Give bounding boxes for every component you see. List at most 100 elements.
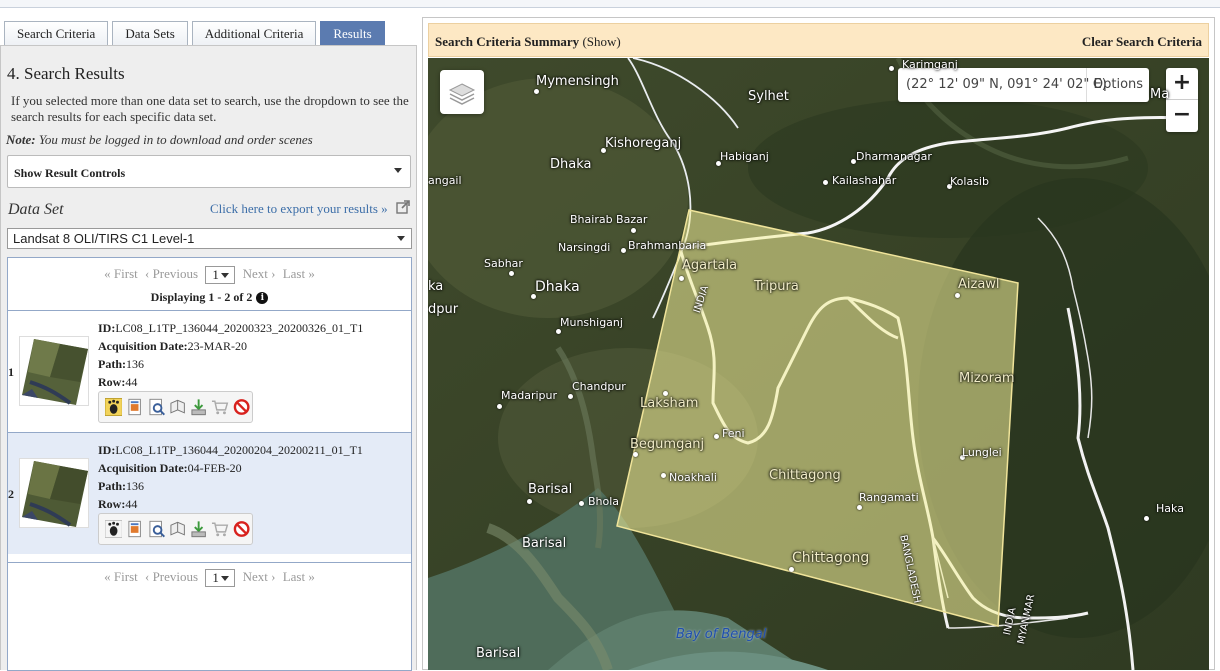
id-label: ID: <box>98 443 116 457</box>
show-metadata-icon[interactable] <box>148 520 165 538</box>
result-number: 1 <box>8 365 14 379</box>
pager-bottom: « First ‹ Previous 1 Next › Last » <box>8 562 411 588</box>
displaying-text: Displaying 1 - 2 of 2 <box>150 290 253 304</box>
tab-additional-criteria[interactable]: Additional Criteria <box>191 21 317 45</box>
page-title: 4. Search Results <box>7 64 125 83</box>
pager-next-link[interactable]: Next › <box>243 266 276 281</box>
external-link-icon[interactable] <box>396 200 410 214</box>
layers-button[interactable] <box>440 70 484 114</box>
clear-search-criteria-link[interactable]: Clear Search Criteria <box>1082 34 1202 50</box>
tab-data-sets[interactable]: Data Sets <box>112 21 188 45</box>
note-text: You must be logged in to download and or… <box>35 132 313 147</box>
place-dot <box>568 394 573 399</box>
login-note: Note: You must be logged in to download … <box>6 132 313 148</box>
place-label: Mymensingh <box>536 74 619 89</box>
row-label: Row: <box>98 497 126 511</box>
place-dot <box>661 473 666 478</box>
place-label: dpur <box>428 302 459 317</box>
exclude-icon[interactable] <box>233 520 250 538</box>
note-label: Note: <box>6 132 36 147</box>
scene-thumbnail-image <box>22 339 88 405</box>
result-row: 2 ID:LC08_L1TP_136044_20200204_20200211_… <box>8 432 411 554</box>
top-bar <box>0 0 1220 8</box>
place-label: Haka <box>1156 502 1184 515</box>
path-value: 136 <box>126 357 144 371</box>
scene-thumbnail[interactable] <box>19 336 89 406</box>
place-label: Aizawl <box>958 277 1000 292</box>
pager-previous-link[interactable]: ‹ Previous <box>145 569 198 584</box>
export-results-link[interactable]: Click here to export your results » <box>210 201 388 217</box>
zoom-control: + − <box>1166 68 1198 132</box>
place-label: Kailashahar <box>832 174 897 187</box>
satellite-basemap <box>428 58 1209 670</box>
zoom-in-button[interactable]: + <box>1166 68 1198 100</box>
place-label: Barisal <box>528 482 573 497</box>
scene-id: LC08_L1TP_136044_20200323_20200326_01_T1 <box>115 321 364 335</box>
exclude-icon[interactable] <box>233 398 250 416</box>
tab-results[interactable]: Results <box>320 21 385 45</box>
place-dot <box>1144 516 1149 521</box>
place-label: Narsingdi <box>558 241 611 254</box>
compare-icon[interactable] <box>169 520 186 538</box>
page-select-value: 1 <box>212 267 219 283</box>
place-dot <box>497 404 502 409</box>
scene-id: LC08_L1TP_136044_20200204_20200211_01_T1 <box>115 443 363 457</box>
tab-search-criteria[interactable]: Search Criteria <box>4 21 109 45</box>
place-dot <box>789 567 794 572</box>
place-label: Lunglei <box>962 446 1002 459</box>
page-select[interactable]: 1 <box>205 569 236 588</box>
intro-text: If you selected more than one data set t… <box>11 93 409 124</box>
browse-overlay-icon[interactable] <box>126 398 143 416</box>
show-metadata-icon[interactable] <box>148 398 165 416</box>
pager-previous-link[interactable]: ‹ Previous <box>145 266 198 281</box>
map-options-button[interactable]: Options <box>1086 68 1149 102</box>
scene-thumbnail[interactable] <box>19 458 89 528</box>
pager-first-link[interactable]: « First <box>104 569 138 584</box>
place-dot <box>714 434 719 439</box>
place-label: Karimganj <box>902 58 958 71</box>
place-dot <box>579 501 584 506</box>
footprint-icon[interactable] <box>105 520 123 538</box>
page-select[interactable]: 1 <box>205 266 236 285</box>
pager-first-link[interactable]: « First <box>104 266 138 281</box>
place-dot <box>857 505 862 510</box>
place-label: Rangamati <box>859 491 919 504</box>
place-dot <box>955 293 960 298</box>
result-metadata: ID:LC08_L1TP_136044_20200204_20200211_01… <box>98 441 363 513</box>
pager-last-link[interactable]: Last » <box>283 266 315 281</box>
info-icon[interactable]: i <box>256 292 269 304</box>
place-label: Sylhet <box>748 89 789 104</box>
scene-thumbnail-image <box>22 461 88 527</box>
row-value: 44 <box>125 497 138 511</box>
map-view[interactable]: (22° 12' 09" N, 091° 24' 02" E) Options … <box>428 58 1209 670</box>
place-dot <box>556 329 561 334</box>
place-label: Agartala <box>682 258 738 273</box>
place-dot <box>534 89 539 94</box>
results-panel: 4. Search Results If you selected more t… <box>0 45 417 671</box>
show-result-controls-toggle[interactable]: Show Result Controls <box>7 155 411 188</box>
pager-last-link[interactable]: Last » <box>283 569 315 584</box>
compare-icon[interactable] <box>169 398 186 416</box>
zoom-out-button[interactable]: − <box>1166 100 1198 132</box>
download-icon[interactable] <box>190 398 207 416</box>
place-label: Ma <box>1150 87 1170 102</box>
browse-overlay-icon[interactable] <box>126 520 143 538</box>
footprint-icon[interactable] <box>105 398 123 416</box>
summary-show-link[interactable]: (Show) <box>582 34 620 49</box>
place-label: Chandpur <box>572 380 626 393</box>
tab-bar: Search Criteria Data Sets Additional Cri… <box>4 21 389 45</box>
place-label: Munshiganj <box>560 316 623 329</box>
add-to-cart-icon[interactable] <box>211 398 229 416</box>
place-label: Kolasib <box>950 175 989 188</box>
place-label: Madaripur <box>501 389 558 402</box>
summary-title: Search Criteria Summary (Show) <box>435 34 621 50</box>
result-actions <box>98 391 253 423</box>
place-label: Barisal <box>476 646 521 661</box>
place-label: Feni <box>722 427 745 440</box>
data-set-select[interactable]: Landsat 8 OLI/TIRS C1 Level-1 <box>7 228 412 249</box>
add-to-cart-icon[interactable] <box>211 520 229 538</box>
summary-title-text: Search Criteria Summary <box>435 34 580 49</box>
place-label: ka <box>428 279 444 294</box>
download-icon[interactable] <box>190 520 207 538</box>
pager-next-link[interactable]: Next › <box>243 569 276 584</box>
